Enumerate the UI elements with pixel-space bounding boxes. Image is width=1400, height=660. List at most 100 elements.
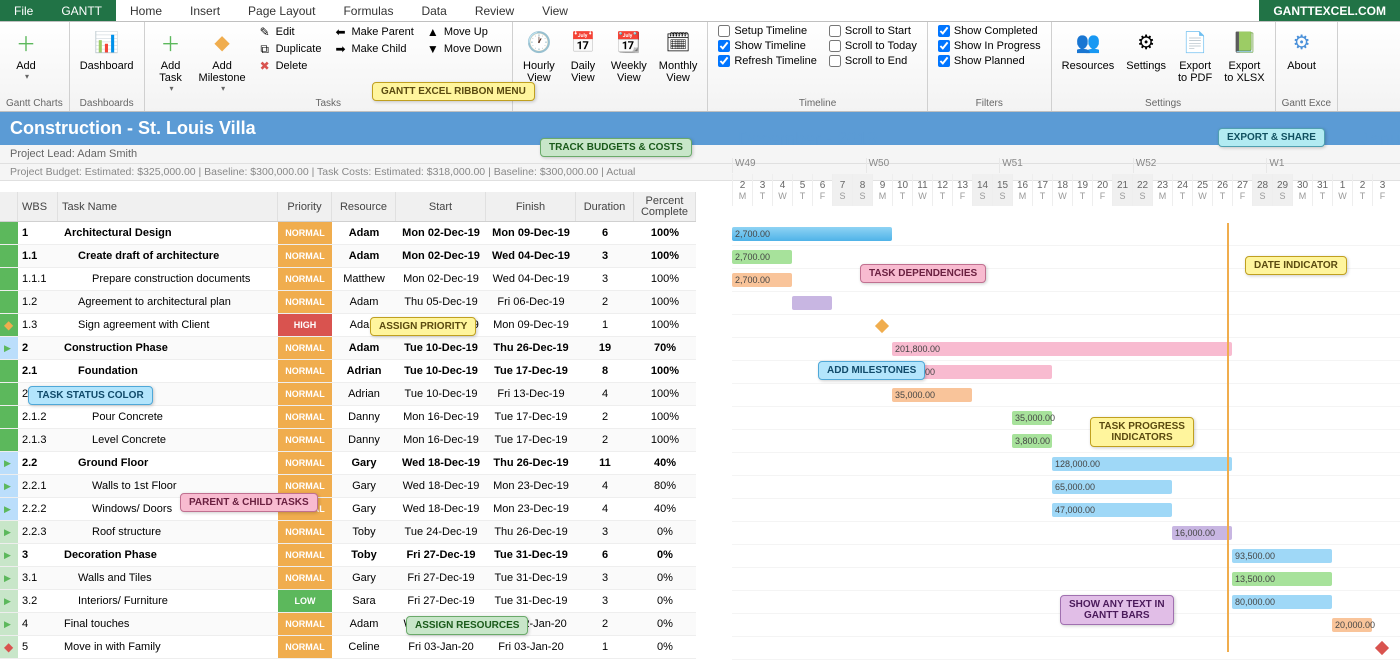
gantt-chart[interactable]: 2,700.002,700.002,700.00201,800.0073,800… xyxy=(732,223,1400,652)
table-row[interactable]: ▶3.2Interiors/ FurnitureLOWSaraFri 27-De… xyxy=(0,590,696,613)
tab-gantt[interactable]: GANTT xyxy=(47,0,116,21)
hourly-view-button[interactable]: 🕐Hourly View xyxy=(519,24,559,86)
gantt-row[interactable]: 3,800.00 xyxy=(732,430,1400,453)
table-row[interactable]: ▶2.1FoundationNORMALAdrianTue 10-Dec-19T… xyxy=(0,360,696,383)
table-row[interactable]: ▶1.1Create draft of architectureNORMALAd… xyxy=(0,245,696,268)
move-up-button[interactable]: ▲Move Up xyxy=(422,24,506,40)
table-row[interactable]: ◆1.3Sign agreement with ClientHIGHAdamMo… xyxy=(0,314,696,337)
gantt-bar[interactable]: 2,700.00 xyxy=(732,273,792,287)
gantt-bar[interactable]: 35,000.00 xyxy=(892,388,972,402)
daily-view-button[interactable]: 📅Daily View xyxy=(563,24,603,86)
gantt-bar[interactable]: 16,000.00 xyxy=(1172,526,1232,540)
gantt-row[interactable]: 35,000.00 xyxy=(732,384,1400,407)
gantt-bar[interactable]: 2,700.00 xyxy=(732,227,892,241)
table-row[interactable]: ▶1Architectural DesignNORMALAdamMon 02-D… xyxy=(0,222,696,245)
table-row[interactable]: ▶3Decoration PhaseNORMALTobyFri 27-Dec-1… xyxy=(0,544,696,567)
dashboard-button[interactable]: 📊 Dashboard xyxy=(76,24,138,74)
cell-finish: Wed 04-Dec-19 xyxy=(486,268,576,290)
table-row[interactable]: ▶2.2.2Windows/ DoorsNORMALGaryWed 18-Dec… xyxy=(0,498,696,521)
gantt-row[interactable]: 47,000.00 xyxy=(732,499,1400,522)
gantt-row[interactable]: 65,000.00 xyxy=(732,476,1400,499)
gantt-bar[interactable]: 93,500.00 xyxy=(1232,549,1332,563)
edit-button[interactable]: ✎Edit xyxy=(254,24,326,40)
gantt-bar[interactable]: 3,800.00 xyxy=(1012,434,1052,448)
gantt-row[interactable] xyxy=(732,315,1400,338)
tab-insert[interactable]: Insert xyxy=(176,0,234,21)
milestone-diamond[interactable] xyxy=(1375,641,1389,655)
table-row[interactable]: ▶2.1.3Level ConcreteNORMALDannyMon 16-De… xyxy=(0,429,696,452)
gantt-row[interactable] xyxy=(732,637,1400,660)
add-task-button[interactable]: ＋ Add Task xyxy=(151,24,191,95)
weekly-view-button[interactable]: 📆Weekly View xyxy=(607,24,651,86)
gantt-row[interactable] xyxy=(732,292,1400,315)
gantt-bar[interactable]: 20,000.00 xyxy=(1332,618,1372,632)
table-row[interactable]: ◆5Move in with FamilyNORMALCelineFri 03-… xyxy=(0,636,696,659)
add-chart-button[interactable]: ＋ Add xyxy=(6,24,46,83)
calendar-day-icon: 📅 xyxy=(567,26,599,58)
scroll-end[interactable]: Scroll to End xyxy=(825,54,921,68)
tab-home[interactable]: Home xyxy=(116,0,176,21)
status-cell: ▶ xyxy=(0,268,18,290)
show-planned[interactable]: Show Planned xyxy=(934,54,1045,68)
gantt-bar[interactable]: 13,500.00 xyxy=(1232,572,1332,586)
tab-view[interactable]: View xyxy=(528,0,582,21)
resources-button[interactable]: 👥Resources xyxy=(1058,24,1119,74)
show-completed[interactable]: Show Completed xyxy=(934,24,1045,38)
table-row[interactable]: ▶1.2Agreement to architectural planNORMA… xyxy=(0,291,696,314)
calendar-month-icon: 🗓 xyxy=(662,26,694,58)
table-row[interactable]: ▶2.1.2Pour ConcreteNORMALDannyMon 16-Dec… xyxy=(0,406,696,429)
table-row[interactable]: ▶2Construction PhaseNORMALAdamTue 10-Dec… xyxy=(0,337,696,360)
callout-assign-resources: ASSIGN RESOURCES xyxy=(406,616,528,635)
delete-button[interactable]: ✖Delete xyxy=(254,58,326,74)
gantt-bar[interactable]: 47,000.00 xyxy=(1052,503,1172,517)
gantt-row[interactable]: 2,700.00 xyxy=(732,223,1400,246)
export-pdf-button[interactable]: 📄Export to PDF xyxy=(1174,24,1216,86)
settings-button[interactable]: ⚙Settings xyxy=(1122,24,1170,74)
gantt-bar[interactable]: 201,800.00 xyxy=(892,342,1232,356)
gantt-bar[interactable]: 80,000.00 xyxy=(1232,595,1332,609)
status-cell: ▶ xyxy=(0,452,18,474)
gantt-bar[interactable]: 65,000.00 xyxy=(1052,480,1172,494)
cell-resource: Sara xyxy=(332,590,396,612)
table-row[interactable]: ▶2.2.1Walls to 1st FloorNORMALGaryWed 18… xyxy=(0,475,696,498)
table-row[interactable]: ▶1.1.1Prepare construction documentsNORM… xyxy=(0,268,696,291)
table-row[interactable]: ▶3.1Walls and TilesNORMALGaryFri 27-Dec-… xyxy=(0,567,696,590)
tab-data[interactable]: Data xyxy=(407,0,460,21)
milestone-diamond[interactable] xyxy=(875,319,889,333)
make-child-button[interactable]: ➡Make Child xyxy=(329,41,417,57)
gantt-bar[interactable]: 128,000.00 xyxy=(1052,457,1232,471)
duplicate-button[interactable]: ⧉Duplicate xyxy=(254,41,326,57)
gantt-row[interactable]: 16,000.00 xyxy=(732,522,1400,545)
gantt-row[interactable]: 13,500.00 xyxy=(732,568,1400,591)
table-row[interactable]: ▶4Final touchesNORMALAdamWed 01-Jan-20Th… xyxy=(0,613,696,636)
gantt-row[interactable]: 128,000.00 xyxy=(732,453,1400,476)
export-xlsx-button[interactable]: 📗Export to XLSX xyxy=(1220,24,1268,86)
scroll-today[interactable]: Scroll to Today xyxy=(825,39,921,53)
cell-finish: Wed 04-Dec-19 xyxy=(486,245,576,267)
cell-duration: 4 xyxy=(576,475,634,497)
table-row[interactable]: ▶2.2.3Roof structureNORMALTobyTue 24-Dec… xyxy=(0,521,696,544)
tab-page-layout[interactable]: Page Layout xyxy=(234,0,329,21)
about-button[interactable]: ⚙About xyxy=(1282,24,1322,74)
gantt-row[interactable]: 201,800.00 xyxy=(732,338,1400,361)
table-row[interactable]: ▶2.2Ground FloorNORMALGaryWed 18-Dec-19T… xyxy=(0,452,696,475)
show-timeline[interactable]: Show Timeline xyxy=(714,39,821,53)
refresh-timeline[interactable]: Refresh Timeline xyxy=(714,54,821,68)
cell-priority: NORMAL xyxy=(278,291,332,313)
status-cell: ▶ xyxy=(0,613,18,635)
make-parent-button[interactable]: ⬅Make Parent xyxy=(329,24,417,40)
add-milestone-button[interactable]: ◆ Add Milestone xyxy=(195,24,250,95)
tab-file[interactable]: File xyxy=(0,0,47,21)
show-in-progress[interactable]: Show In Progress xyxy=(934,39,1045,53)
tab-review[interactable]: Review xyxy=(461,0,528,21)
tab-formulas[interactable]: Formulas xyxy=(329,0,407,21)
gantt-row[interactable]: 93,500.00 xyxy=(732,545,1400,568)
setup-timeline[interactable]: Setup Timeline xyxy=(714,24,821,38)
gantt-row[interactable]: 35,000.00 xyxy=(732,407,1400,430)
gantt-bar[interactable]: 35,000.00 xyxy=(1012,411,1052,425)
gantt-bar[interactable] xyxy=(792,296,832,310)
move-down-button[interactable]: ▼Move Down xyxy=(422,41,506,57)
gantt-bar[interactable]: 2,700.00 xyxy=(732,250,792,264)
monthly-view-button[interactable]: 🗓Monthly View xyxy=(655,24,702,86)
scroll-start[interactable]: Scroll to Start xyxy=(825,24,921,38)
